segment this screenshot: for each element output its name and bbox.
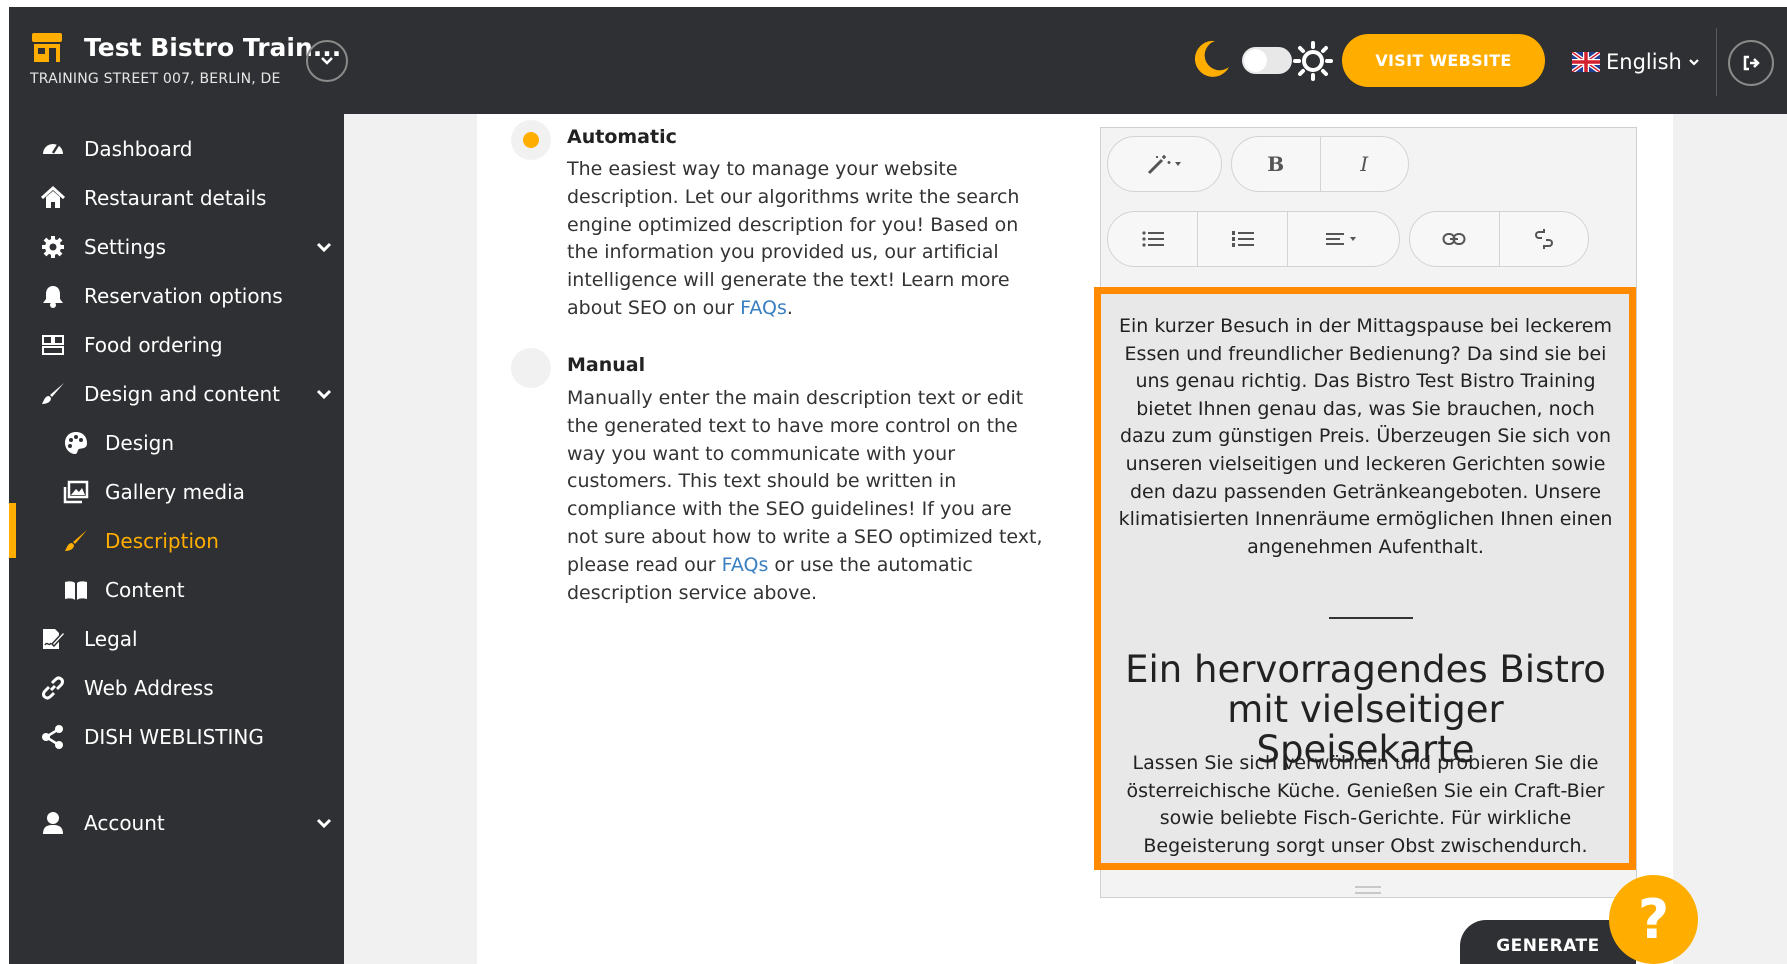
editor-content-area[interactable]: Ein kurzer Besuch in der Mittagspause be… — [1094, 287, 1636, 870]
language-label: English — [1606, 50, 1682, 74]
restaurant-name: Test Bistro Train... — [84, 33, 342, 62]
magic-toolbar-group — [1107, 136, 1222, 192]
bold-button[interactable]: B — [1232, 137, 1321, 191]
sidebar-item-settings[interactable]: Settings — [9, 222, 344, 272]
numbered-list-button[interactable] — [1198, 212, 1288, 266]
sidebar-item-restaurant-details[interactable]: Restaurant details — [9, 173, 344, 223]
unlink-button[interactable] — [1500, 212, 1589, 266]
brush-icon — [65, 530, 87, 551]
sidebar: Dashboard Restaurant details Settings Re… — [9, 114, 344, 964]
sidebar-item-legal[interactable]: Legal — [9, 614, 344, 664]
link-icon — [42, 676, 64, 700]
paint-brush-icon — [42, 383, 64, 404]
share-icon — [42, 725, 63, 749]
manual-title: Manual — [567, 354, 646, 376]
moon-icon — [1194, 40, 1229, 77]
sun-icon — [1293, 41, 1333, 81]
help-button[interactable]: ? — [1609, 875, 1698, 964]
automatic-description: The easiest way to manage your website d… — [567, 158, 1020, 319]
insert-link-button[interactable] — [1410, 212, 1500, 266]
faqs-link[interactable]: FAQs — [722, 554, 769, 576]
chevron-down-icon — [316, 242, 332, 253]
sidebar-item-design[interactable]: Design — [9, 418, 344, 468]
sidebar-item-food-ordering[interactable]: Food ordering — [9, 320, 344, 370]
magic-wand-button[interactable] — [1108, 137, 1221, 191]
language-selector[interactable]: English — [1572, 47, 1700, 77]
description-paragraph: Ein kurzer Besuch in der Mittagspause be… — [1118, 315, 1613, 558]
gallery-icon — [63, 480, 89, 504]
chevron-down-icon — [316, 818, 332, 829]
manual-description: Manually enter the main description text… — [567, 387, 1043, 604]
sidebar-item-dish-weblisting[interactable]: DISH WEBLISTING — [9, 712, 344, 762]
format-toolbar-group: B I — [1231, 136, 1409, 192]
bullet-list-icon — [1141, 231, 1164, 247]
align-button[interactable] — [1288, 212, 1399, 266]
uk-flag-icon — [1572, 52, 1600, 72]
gear-icon — [42, 236, 64, 258]
header-divider — [1716, 28, 1717, 96]
chevron-down-icon — [316, 389, 332, 400]
app-frame: Test Bistro Train... TRAINING STREET 007… — [9, 7, 1787, 964]
italic-button[interactable]: I — [1321, 137, 1409, 191]
sidebar-item-web-address[interactable]: Web Address — [9, 663, 344, 713]
numbered-list-icon — [1231, 231, 1254, 247]
chevron-down-icon — [321, 57, 333, 65]
bullet-list-button[interactable] — [1108, 212, 1198, 266]
link-toolbar-group — [1409, 211, 1589, 267]
visit-website-button[interactable]: VISIT WEBSITE — [1342, 34, 1545, 87]
sidebar-item-dashboard[interactable]: Dashboard — [9, 124, 344, 174]
link-icon — [1442, 233, 1466, 245]
signature-icon — [43, 629, 66, 649]
dashboard-icon — [43, 144, 63, 154]
sidebar-item-content[interactable]: Content — [9, 565, 344, 615]
automatic-radio[interactable] — [511, 120, 551, 160]
sidebar-item-design-and-content[interactable]: Design and content — [9, 369, 344, 419]
magic-wand-icon — [1147, 155, 1181, 175]
faqs-link[interactable]: FAQs — [740, 297, 787, 319]
food-ordering-icon — [42, 335, 64, 355]
list-toolbar-group — [1107, 211, 1400, 267]
logout-button[interactable] — [1728, 40, 1774, 86]
description-paragraph: Lassen Sie sich verwöhnen und probieren … — [1126, 752, 1605, 857]
align-icon — [1325, 233, 1356, 245]
store-icon — [32, 33, 62, 62]
unlink-icon — [1534, 229, 1553, 249]
top-header: Test Bistro Train... TRAINING STREET 007… — [9, 7, 1787, 114]
palette-icon — [65, 432, 87, 454]
toggle-knob — [1244, 49, 1267, 72]
book-icon — [65, 581, 87, 600]
sidebar-item-reservation-options[interactable]: Reservation options — [9, 271, 344, 321]
restaurant-address: TRAINING STREET 007, BERLIN, DE — [30, 71, 281, 87]
sidebar-item-gallery-media[interactable]: Gallery media — [9, 467, 344, 517]
user-icon — [43, 812, 63, 834]
manual-radio[interactable] — [511, 348, 551, 388]
chevron-down-icon — [1689, 59, 1699, 66]
sidebar-item-account[interactable]: Account — [9, 798, 344, 848]
editor-resize-handle[interactable] — [1355, 886, 1381, 894]
automatic-title: Automatic — [567, 126, 677, 148]
home-icon — [40, 185, 66, 208]
sidebar-item-description[interactable]: Description — [9, 516, 344, 566]
content-divider — [1329, 617, 1413, 619]
theme-toggle[interactable] — [1242, 47, 1292, 74]
bell-icon — [43, 286, 63, 308]
radio-selected-dot — [523, 132, 539, 148]
logout-icon — [1743, 55, 1760, 71]
restaurant-switcher-button[interactable] — [306, 40, 348, 82]
